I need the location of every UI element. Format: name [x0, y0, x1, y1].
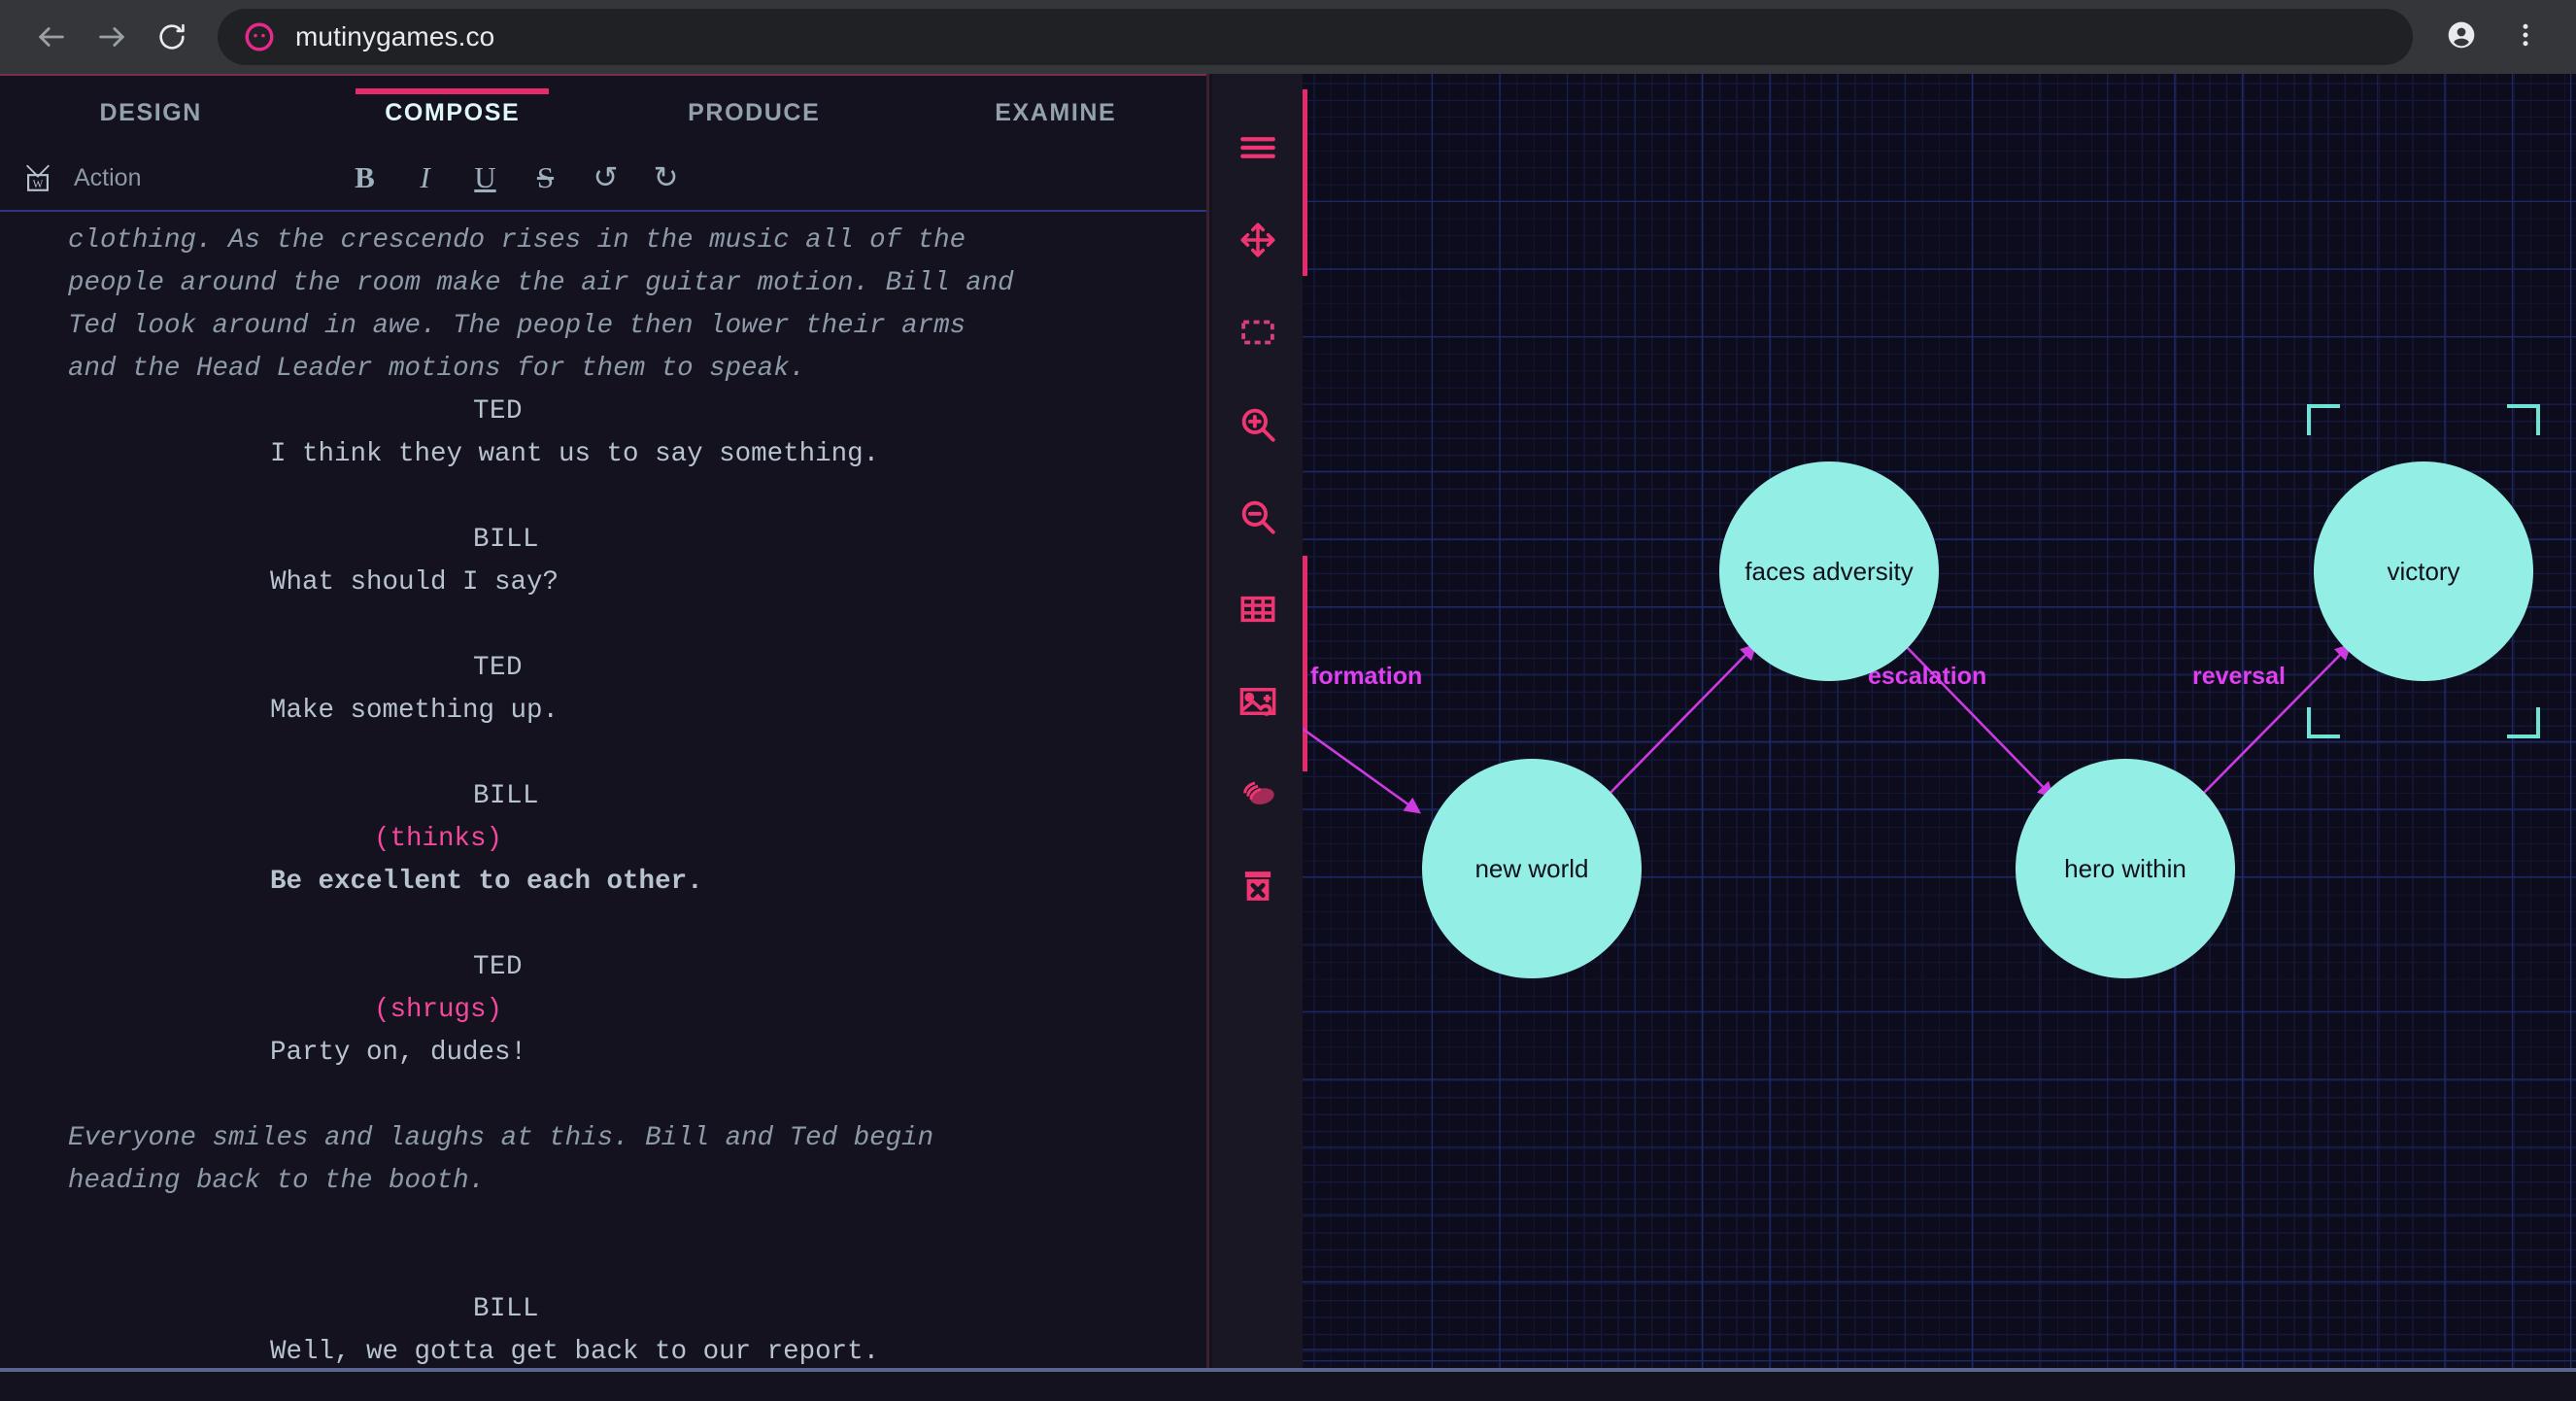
browser-chrome: mutinygames.co [0, 0, 2576, 74]
script-dialogue-line[interactable]: What should I say? [0, 562, 1039, 604]
browser-menu-button[interactable] [2496, 8, 2555, 66]
script-character-name[interactable]: TED [0, 647, 1206, 690]
italic-button[interactable]: I [407, 160, 442, 195]
script-action-line[interactable]: Everyone smiles and laughs at this. Bill… [0, 1117, 1098, 1203]
graph-svg: formation escalation reversal new world … [1303, 404, 2540, 978]
bold-button[interactable]: B [347, 160, 382, 195]
main-tabbar: DESIGN COMPOSE PRODUCE EXAMINE [0, 74, 1206, 146]
graph-toolbar [1212, 74, 1303, 1368]
graph-node-label: victory [2387, 557, 2459, 586]
tab-compose[interactable]: COMPOSE [302, 87, 604, 127]
graph-node-victory[interactable]: victory [2314, 461, 2533, 681]
script-dialogue-line[interactable]: Be excellent to each other. [0, 861, 1039, 904]
zoom-out-icon [1237, 496, 1278, 537]
script-dialogue-line[interactable]: I think they want us to say something. [0, 433, 1039, 476]
script-editor-pane: DESIGN COMPOSE PRODUCE EXAMINE W Action … [0, 74, 1209, 1368]
reload-icon [156, 21, 187, 52]
delete-button[interactable] [1224, 839, 1292, 932]
graph-node-hero-within[interactable]: hero within [2016, 759, 2235, 978]
layers-button[interactable] [1224, 747, 1292, 839]
script-action-line[interactable]: clothing. As the crescendo rises in the … [0, 220, 1098, 391]
script-character-name[interactable]: BILL [0, 519, 1206, 562]
three-dot-menu-icon [2511, 20, 2540, 54]
menu-button[interactable] [1224, 101, 1292, 193]
app-body: DESIGN COMPOSE PRODUCE EXAMINE W Action … [0, 74, 2576, 1401]
script-blank-line[interactable] [0, 1246, 1206, 1288]
edge-new-world-to-faces-adversity[interactable] [1605, 643, 1757, 799]
script-character-name[interactable]: BILL [0, 775, 1206, 818]
edge-label-escalation[interactable]: escalation [1868, 663, 1986, 690]
script-dialogue-line[interactable]: Well, we gotta get back to our report. [0, 1331, 1039, 1368]
add-node-button[interactable] [1224, 655, 1292, 747]
graph-node-faces-adversity[interactable]: faces adversity [1719, 461, 1939, 681]
grid-button[interactable] [1224, 563, 1292, 655]
back-arrow-icon [35, 20, 68, 53]
profile-button[interactable] [2432, 8, 2491, 66]
graph-node-label: faces adversity [1745, 557, 1913, 586]
profile-avatar-icon [2445, 18, 2478, 56]
move-icon [1237, 220, 1278, 260]
script-blank-line[interactable] [0, 604, 1206, 647]
graph-node-new-world[interactable]: new world [1422, 759, 1642, 978]
edge-label-formation[interactable]: formation [1310, 663, 1422, 690]
formatting-toolbar: W Action B I U S ↺ ↻ [0, 146, 1206, 212]
tab-produce[interactable]: PRODUCE [603, 95, 905, 127]
layers-icon [1237, 773, 1278, 814]
script-dialogue-line[interactable]: Make something up. [0, 690, 1039, 733]
url-text[interactable]: mutinygames.co [295, 21, 494, 52]
tab-examine[interactable]: EXAMINE [905, 95, 1207, 127]
script-character-name[interactable]: BILL [0, 1288, 1206, 1331]
script-parenthetical[interactable]: (shrugs) [0, 989, 1206, 1032]
move-button[interactable] [1224, 193, 1292, 286]
add-node-icon [1237, 681, 1278, 722]
marquee-select-icon [1237, 312, 1278, 353]
strikethrough-button[interactable]: S [527, 160, 562, 195]
script-blank-line[interactable] [0, 1075, 1206, 1117]
menu-icon [1237, 127, 1278, 168]
text-style-buttons: B I U S ↺ ↻ [347, 160, 683, 195]
chrome-actions [2432, 8, 2555, 66]
graph-node-label: new world [1474, 854, 1588, 883]
zoom-out-button[interactable] [1224, 470, 1292, 563]
script-dialogue-line[interactable]: Party on, dudes! [0, 1032, 1039, 1075]
script-blank-line[interactable] [0, 733, 1206, 775]
element-type-label[interactable]: Action [74, 164, 141, 192]
slate-clapper-icon[interactable]: W [21, 161, 54, 194]
script-character-name[interactable]: TED [0, 946, 1206, 989]
script-parenthetical[interactable]: (thinks) [0, 818, 1206, 861]
back-button[interactable] [21, 7, 82, 67]
redo-button[interactable]: ↻ [648, 160, 683, 195]
script-blank-line[interactable] [0, 904, 1206, 946]
graph-node-label: hero within [2064, 854, 2186, 883]
zoom-in-icon [1237, 404, 1278, 445]
delete-icon [1237, 866, 1278, 906]
forward-arrow-icon [95, 20, 128, 53]
edge-formation[interactable] [1303, 727, 1422, 814]
marquee-select-button[interactable] [1224, 286, 1292, 378]
reload-button[interactable] [142, 7, 202, 67]
grid-icon [1237, 589, 1278, 630]
script-blank-line[interactable] [0, 476, 1206, 519]
underline-button[interactable]: U [467, 160, 502, 195]
script-blank-line[interactable] [0, 1203, 1206, 1246]
tab-design[interactable]: DESIGN [0, 95, 302, 127]
address-bar[interactable]: mutinygames.co [218, 9, 2413, 65]
bottom-status-strip [0, 1372, 2576, 1401]
screenplay-text[interactable]: clothing. As the crescendo rises in the … [0, 212, 1206, 1368]
edge-label-reversal[interactable]: reversal [2192, 663, 2286, 690]
forward-button[interactable] [82, 7, 142, 67]
zoom-in-button[interactable] [1224, 378, 1292, 470]
mutiny-face-icon [243, 20, 276, 53]
script-character-name[interactable]: TED [0, 391, 1206, 433]
story-graph-canvas[interactable]: formation escalation reversal new world … [1303, 74, 2576, 1368]
undo-button[interactable]: ↺ [588, 160, 623, 195]
svg-text:W: W [33, 179, 44, 190]
